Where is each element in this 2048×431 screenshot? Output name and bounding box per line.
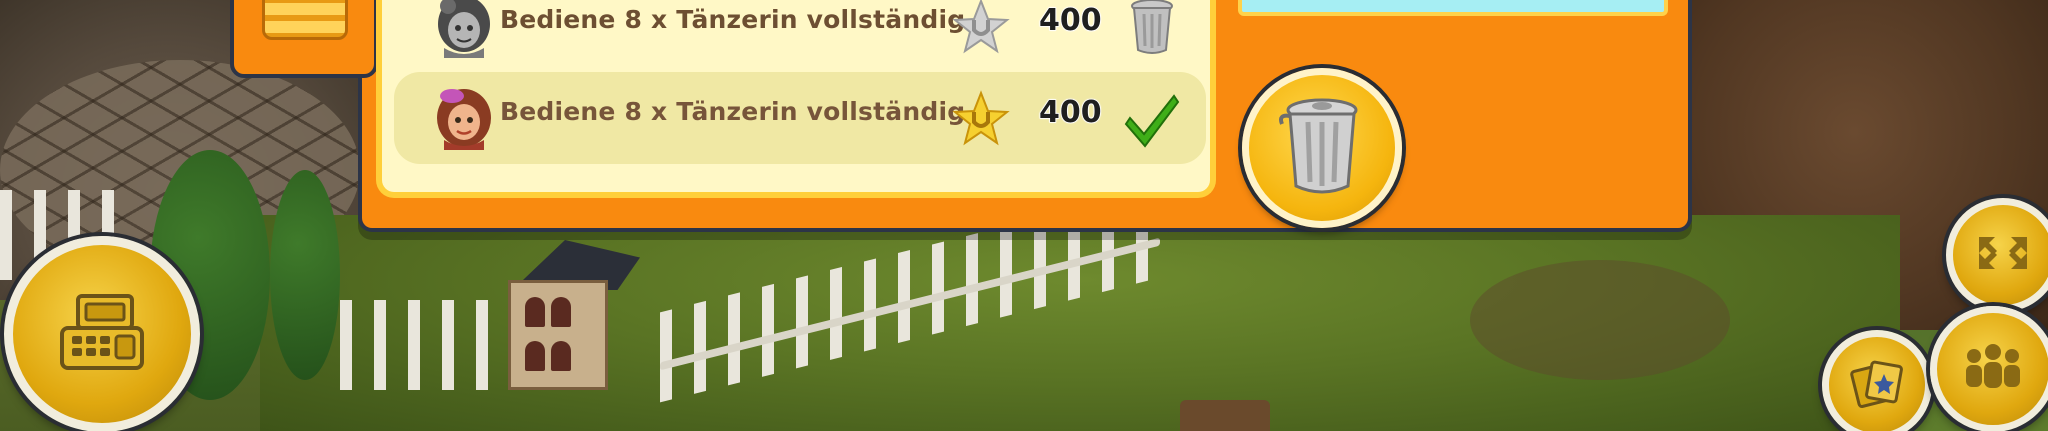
reward-amount: 400 bbox=[1038, 95, 1102, 131]
birdhouse-window bbox=[551, 297, 571, 327]
dancer-avatar-icon bbox=[434, 86, 494, 150]
ivy-vine bbox=[270, 170, 340, 380]
farm-scene: Bediene 8 x Tänzerin vollständig 400 Bed… bbox=[0, 0, 2048, 431]
board-tab-icon bbox=[262, 0, 348, 40]
dirt-patch bbox=[1470, 260, 1730, 380]
reputation-star-icon bbox=[952, 90, 1010, 148]
dancer-avatar-icon bbox=[434, 0, 494, 58]
reputation-star-icon bbox=[952, 0, 1010, 56]
board-tab-badge bbox=[230, 0, 378, 78]
birdhouse-window bbox=[551, 341, 571, 371]
expand-button[interactable] bbox=[1946, 198, 2048, 312]
cards-icon bbox=[1849, 358, 1905, 412]
cash-register-button[interactable] bbox=[4, 236, 200, 431]
checkmark-icon bbox=[1124, 88, 1180, 148]
trash-icon[interactable] bbox=[1124, 0, 1180, 56]
cards-button[interactable] bbox=[1822, 330, 1932, 431]
order-row: Bediene 8 x Tänzerin vollständig 400 bbox=[394, 0, 1206, 72]
birdhouse-body bbox=[508, 280, 608, 390]
order-row-completed[interactable]: Bediene 8 x Tänzerin vollständig 400 bbox=[394, 72, 1206, 164]
people-button[interactable] bbox=[1930, 306, 2048, 431]
info-field bbox=[1238, 0, 1668, 16]
birdhouse bbox=[490, 240, 640, 390]
people-icon bbox=[1960, 342, 2026, 396]
order-text: Bediene 8 x Tänzerin vollständig bbox=[500, 97, 966, 126]
order-text: Bediene 8 x Tänzerin vollständig bbox=[500, 5, 966, 34]
tree-stump bbox=[1180, 400, 1270, 431]
expand-arrows-icon bbox=[1975, 233, 2031, 277]
birdhouse-window bbox=[525, 297, 545, 327]
order-board-dialog: Bediene 8 x Tänzerin vollständig 400 Bed… bbox=[230, 0, 1692, 232]
cash-register-icon bbox=[54, 290, 150, 378]
reward-amount: 400 bbox=[1038, 3, 1102, 39]
delete-order-button[interactable] bbox=[1242, 68, 1402, 228]
trash-icon bbox=[1274, 94, 1370, 202]
birdhouse-window bbox=[525, 341, 545, 371]
order-list: Bediene 8 x Tänzerin vollständig 400 Bed… bbox=[376, 0, 1216, 198]
